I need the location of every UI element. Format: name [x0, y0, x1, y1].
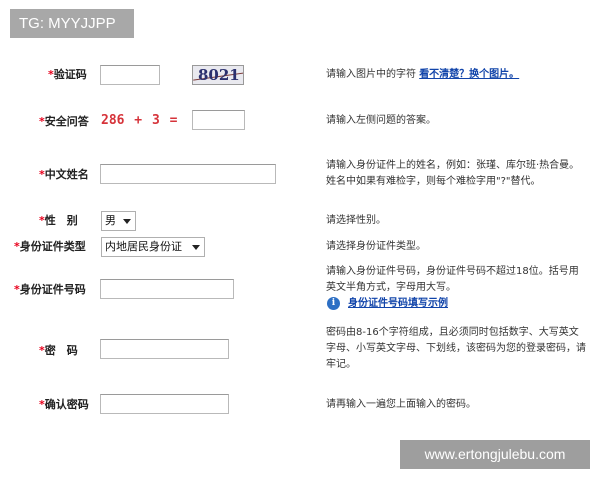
captcha-input[interactable] — [100, 65, 160, 85]
password-hint: 密码由8-16个字符组成，且必须同时包括数字、大写英文字母、小写英文字母、下划线… — [326, 327, 586, 370]
gender-select[interactable]: 男 — [101, 211, 136, 231]
captcha-label-text: 验证码 — [53, 68, 87, 81]
chinese-name-hint: 请输入身份证件上的姓名，例如：张瑾、库尔班·热合曼。姓名中如果有难检字，则每个难… — [326, 160, 580, 187]
id-example-row: 身份证件号码填写示例 — [348, 296, 548, 312]
password-label-text: 密 码 — [44, 344, 78, 357]
confirm-password-label-text: 确认密码 — [44, 398, 89, 411]
security-answer-input[interactable] — [192, 110, 245, 130]
chevron-down-icon — [123, 219, 131, 224]
captcha-label: *验证码 — [48, 67, 87, 83]
chinese-name-input[interactable] — [100, 164, 276, 184]
captcha-hint: 请输入图片中的字符 看不清楚？换个图片。 — [326, 67, 588, 83]
chinese-name-label: *中文姓名 — [39, 167, 89, 183]
id-number-example-link[interactable]: 身份证件号码填写示例 — [348, 298, 448, 309]
id-number-label: *身份证件号码 — [14, 282, 86, 298]
password-label: *密 码 — [39, 343, 78, 359]
confirm-password-label: *确认密码 — [39, 397, 89, 413]
id-number-input[interactable] — [100, 279, 234, 299]
security-question-label: *安全问答 — [39, 114, 89, 130]
chevron-down-icon — [192, 245, 200, 250]
gender-hint: 请选择性别。 — [326, 215, 386, 226]
id-type-selected-value: 内地居民身份证 — [105, 240, 182, 253]
info-icon: i — [327, 297, 340, 310]
id-type-hint: 请选择身份证件类型。 — [326, 241, 426, 252]
tg-tag-overlay: TG: MYYJJPP — [10, 9, 134, 38]
id-type-label: *身份证件类型 — [14, 239, 86, 255]
site-watermark: www.ertongjulebu.com — [400, 440, 590, 469]
gender-selected-value: 男 — [105, 214, 116, 227]
confirm-password-hint: 请再输入一遍您上面输入的密码。 — [326, 399, 476, 410]
security-question-label-text: 安全问答 — [44, 115, 89, 128]
chinese-name-label-text: 中文姓名 — [44, 168, 89, 181]
password-input[interactable] — [100, 339, 229, 359]
captcha-hint-text: 请输入图片中的字符 — [326, 69, 416, 80]
security-question-hint: 请输入左侧问题的答案。 — [326, 115, 436, 126]
gender-label-text: 性 别 — [44, 214, 78, 227]
captcha-image-text: 8021 — [198, 66, 240, 84]
gender-label: *性 别 — [39, 213, 78, 229]
id-number-hint: 请输入身份证件号码，身份证件号码不超过18位。括号用英文半角方式，字母用大写。 — [326, 266, 579, 293]
captcha-image[interactable]: 8021 — [192, 65, 244, 85]
id-number-label-text: 身份证件号码 — [19, 283, 86, 296]
security-question-text: 286 + 3 = — [101, 113, 178, 128]
id-type-select[interactable]: 内地居民身份证 — [101, 237, 205, 257]
id-type-label-text: 身份证件类型 — [19, 240, 86, 253]
confirm-password-input[interactable] — [100, 394, 229, 414]
refresh-captcha-link[interactable]: 看不清楚？换个图片。 — [419, 69, 519, 80]
